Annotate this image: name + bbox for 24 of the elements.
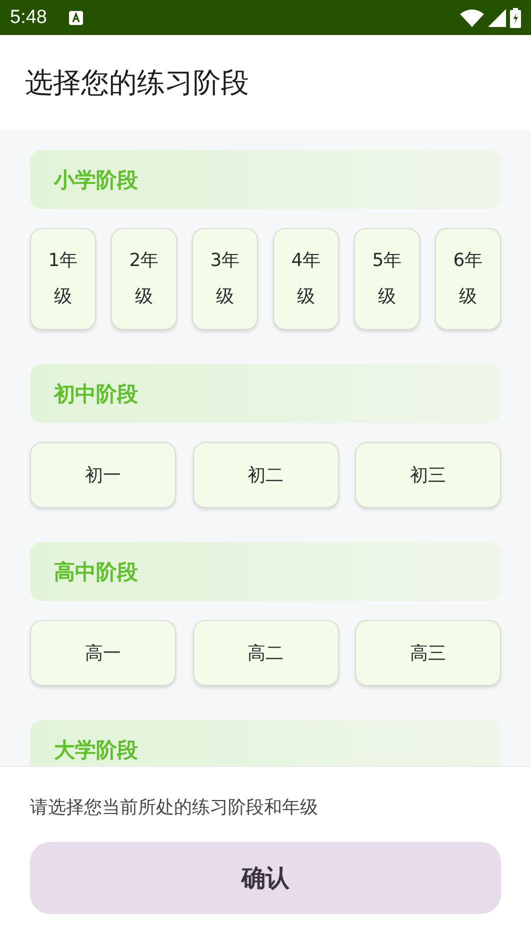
grade-button[interactable]: 4年级 [273,228,339,330]
section-header: 大学阶段 [30,720,501,766]
section-header: 高中阶段 [30,542,501,601]
confirm-button[interactable]: 确认 [30,842,501,914]
grade-button[interactable]: 高三 [355,620,501,686]
grade-button[interactable]: 1年级 [30,228,96,330]
grade-button[interactable]: 高二 [192,620,338,686]
signal-icon [488,8,506,26]
grade-button[interactable]: 5年级 [354,228,420,330]
grade-button[interactable]: 初三 [355,442,501,508]
keyboard-icon [68,10,83,24]
section-header: 小学阶段 [30,150,501,209]
wifi-icon [460,8,484,26]
grade-button[interactable]: 高一 [30,620,176,686]
section-header: 初中阶段 [30,364,501,423]
hint-text: 请选择您当前所处的练习阶段和年级 [30,796,319,819]
grade-button[interactable]: 2年级 [111,228,177,330]
grade-button[interactable]: 初二 [192,442,338,508]
grade-button[interactable]: 6年级 [435,228,501,330]
grade-button[interactable]: 初一 [30,442,176,508]
status-time: 5:48 [10,6,47,28]
grade-button[interactable]: 3年级 [192,228,258,330]
battery-icon [510,8,521,28]
page-title: 选择您的练习阶段 [25,64,249,100]
